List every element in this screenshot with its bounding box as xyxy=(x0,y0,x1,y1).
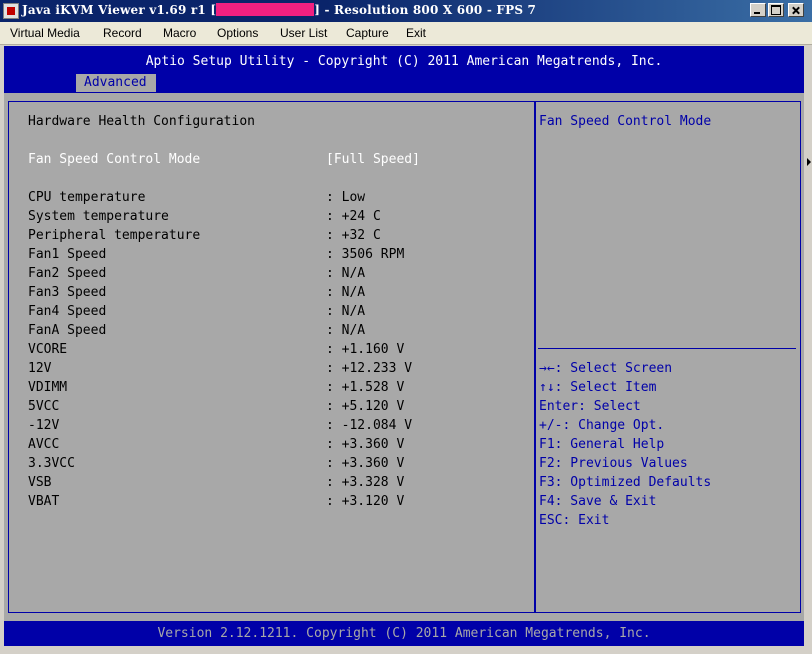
sensor-label: FanA Speed xyxy=(28,323,107,338)
help-key-line: Enter: Select xyxy=(539,399,641,414)
settings-panel: Hardware Health Configuration Fan Speed … xyxy=(8,101,535,613)
window-title-bar[interactable]: Java iKVM Viewer v1.69 r1 [] - Resolutio… xyxy=(0,0,812,22)
menu-record[interactable]: Record xyxy=(103,26,142,40)
help-key-line: →←: Select Screen xyxy=(539,361,673,376)
window-right-edge xyxy=(806,46,812,646)
kvm-screen[interactable]: Aptio Setup Utility - Copyright (C) 2011… xyxy=(4,46,804,646)
sensor-label: -12V xyxy=(28,418,60,433)
sensor-value: : +3.360 V xyxy=(326,456,405,471)
sensor-value: : +5.120 V xyxy=(326,399,405,414)
sensor-value: : Low xyxy=(326,190,366,205)
menu-bar: Virtual Media Record Macro Options User … xyxy=(0,22,812,45)
menu-macro[interactable]: Macro xyxy=(163,26,196,40)
help-panel: Fan Speed Control Mode →←: Select Screen… xyxy=(535,101,801,613)
sensor-label: VCORE xyxy=(28,342,68,357)
sensor-value: : +1.160 V xyxy=(326,342,405,357)
sensor-value: : +12.233 V xyxy=(326,361,413,376)
sensor-value: : 3506 RPM xyxy=(326,247,405,262)
sensor-label: VSB xyxy=(28,475,52,490)
sensor-label: Peripheral temperature xyxy=(28,228,201,243)
sensor-label: 5VCC xyxy=(28,399,60,414)
sensor-label: VDIMM xyxy=(28,380,68,395)
sensor-label: Fan1 Speed xyxy=(28,247,107,262)
java-app-icon xyxy=(3,3,19,19)
minimize-button[interactable] xyxy=(750,3,766,17)
sensor-label: 3.3VCC xyxy=(28,456,75,471)
window-title: Java iKVM Viewer v1.69 r1 [] - Resolutio… xyxy=(22,3,537,17)
help-title: Fan Speed Control Mode xyxy=(539,114,712,129)
help-key-line: F2: Previous Values xyxy=(539,456,688,471)
bios-body: Hardware Health Configuration Fan Speed … xyxy=(4,93,804,621)
sensor-value: : -12.084 V xyxy=(326,418,413,433)
sensor-value: : +3.328 V xyxy=(326,475,405,490)
menu-options[interactable]: Options xyxy=(217,26,258,40)
menu-capture[interactable]: Capture xyxy=(346,26,389,40)
sensor-value: : N/A xyxy=(326,304,366,319)
sensor-label: System temperature xyxy=(28,209,169,224)
maximize-button[interactable] xyxy=(768,3,784,17)
help-key-line: ↑↓: Select Item xyxy=(539,380,657,395)
menu-user-list[interactable]: User List xyxy=(280,26,327,40)
sensor-value: : +3.120 V xyxy=(326,494,405,509)
sensor-label: Fan2 Speed xyxy=(28,266,107,281)
sensor-value: : +24 C xyxy=(326,209,381,224)
sensor-value: : N/A xyxy=(326,323,366,338)
fan-speed-control-mode-label[interactable]: Fan Speed Control Mode xyxy=(28,152,200,167)
sensor-label: Fan3 Speed xyxy=(28,285,107,300)
close-button[interactable] xyxy=(788,3,804,17)
help-key-line: F1: General Help xyxy=(539,437,665,452)
tab-advanced[interactable]: Advanced xyxy=(76,74,156,92)
help-key-line: F3: Optimized Defaults xyxy=(539,475,712,490)
help-key-line: +/-: Change Opt. xyxy=(539,418,665,433)
redacted-host xyxy=(216,3,315,16)
sensor-value: : N/A xyxy=(326,266,366,281)
sensor-label: VBAT xyxy=(28,494,60,509)
bios-header-title: Aptio Setup Utility - Copyright (C) 2011… xyxy=(145,54,663,69)
sensor-value: : +3.360 V xyxy=(326,437,405,452)
sensor-label: CPU temperature xyxy=(28,190,146,205)
menu-virtual-media[interactable]: Virtual Media xyxy=(10,26,80,40)
help-key-line: F4: Save & Exit xyxy=(539,494,657,509)
version-text: Version 2.12.1211. Copyright (C) 2011 Am… xyxy=(157,626,651,641)
sensor-label: AVCC xyxy=(28,437,60,452)
fan-speed-control-mode-value[interactable]: [Full Speed] xyxy=(326,152,420,167)
sensor-value: : +32 C xyxy=(326,228,381,243)
sensor-value: : +1.528 V xyxy=(326,380,405,395)
bios-footer: Version 2.12.1211. Copyright (C) 2011 Am… xyxy=(4,621,804,646)
menu-exit[interactable]: Exit xyxy=(406,26,426,40)
help-key-line: ESC: Exit xyxy=(539,513,610,528)
page-title: Hardware Health Configuration xyxy=(28,114,255,129)
sensor-label: 12V xyxy=(28,361,52,376)
help-divider xyxy=(538,348,796,349)
sensor-label: Fan4 Speed xyxy=(28,304,107,319)
sensor-value: : N/A xyxy=(326,285,366,300)
